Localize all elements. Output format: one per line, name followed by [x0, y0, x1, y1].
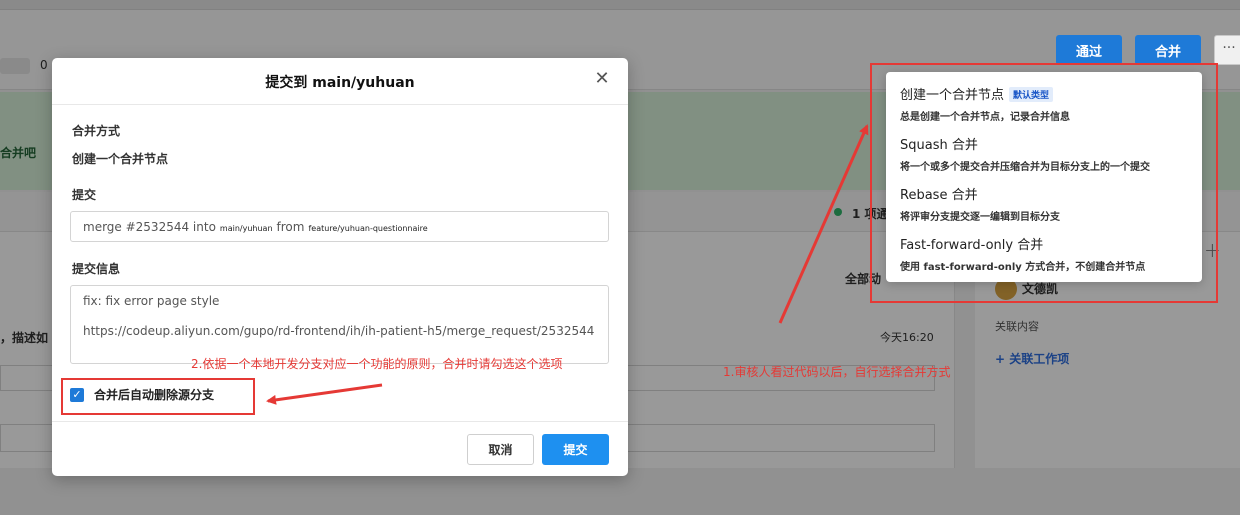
commit-prefix: merge #2532544 into [83, 220, 216, 234]
commit-message-label: 提交信息 [72, 262, 121, 276]
commit-from: from [276, 220, 305, 234]
annotation-box-merge-menu [870, 63, 1218, 303]
close-icon[interactable]: ✕ [593, 70, 611, 88]
merge-method-label: 合并方式 [72, 124, 121, 138]
annotation-box-checkbox [61, 378, 255, 415]
merge-method-value: 创建一个合并节点 [72, 152, 169, 166]
commit-message-field[interactable]: fix: fix error page style https://codeup… [70, 285, 609, 364]
footer-divider [52, 421, 628, 422]
submit-button[interactable]: 提交 [542, 434, 609, 465]
commit-message-text: fix: fix error page style https://codeup… [83, 294, 595, 338]
header-divider [52, 104, 628, 105]
cancel-button[interactable]: 取消 [467, 434, 534, 465]
approve-button[interactable]: 通过 [1056, 35, 1122, 65]
merge-button[interactable]: 合并 [1135, 35, 1201, 65]
commit-title-field[interactable]: merge #2532544 into main/yuhuan from featur… [70, 211, 609, 242]
annotation-merge-note: 1.审核人看过代码以后，自行选择合并方式 [723, 365, 951, 379]
source-branch: feature/yuhuan-questionnaire [308, 224, 428, 233]
dialog-title: 提交到 main/yuhuan [265, 75, 415, 91]
target-branch: main/yuhuan [219, 224, 273, 233]
commit-label: 提交 [72, 188, 97, 202]
more-icon[interactable]: ··· [1214, 35, 1240, 65]
annotation-checkbox-note: 2.依据一个本地开发分支对应一个功能的原则，合并时请勾选这个选项 [191, 357, 563, 371]
